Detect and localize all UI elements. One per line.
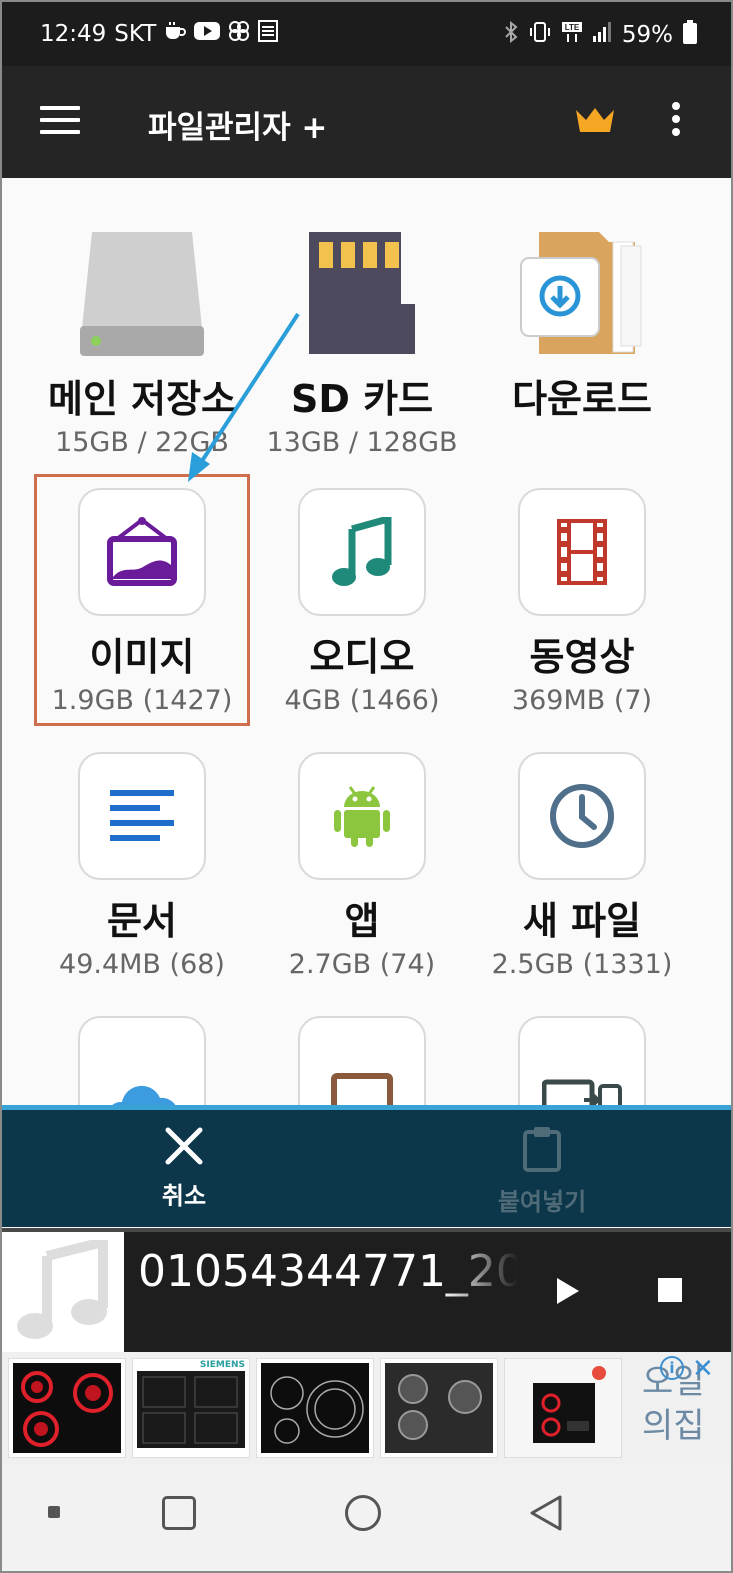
crown-icon[interactable]: [574, 106, 616, 138]
battery-percent: 59%: [621, 22, 673, 48]
ad-text-line2: 의집: [642, 1406, 705, 1446]
hamburger-menu-icon[interactable]: [40, 106, 80, 136]
pointer-arrow: [188, 312, 300, 482]
carrier: SKT: [114, 21, 157, 47]
screen: 12:49 SKT LTE 59% 파일관리자 + 메인 저장소 15GB / …: [0, 0, 733, 1573]
more-options-icon[interactable]: [668, 102, 684, 142]
youtube-icon: [194, 21, 221, 47]
close-icon: [164, 1127, 204, 1170]
ad-banner[interactable]: SIEMENS 오일 의집 i ✕: [2, 1352, 731, 1464]
bluetooth-icon: [504, 20, 518, 49]
clipboard-icon: [522, 1127, 562, 1176]
vibrate-icon: [528, 21, 552, 49]
stop-icon[interactable]: [658, 1278, 682, 1302]
ad-product-image[interactable]: [8, 1358, 126, 1458]
ad-info-icon[interactable]: i: [660, 1356, 684, 1380]
clock: 12:49: [40, 21, 107, 47]
status-bar: 12:49 SKT LTE 59%: [2, 2, 731, 66]
lte-icon: LTE: [561, 20, 582, 50]
recent-apps-icon[interactable]: [162, 1496, 196, 1530]
battery-icon: [683, 20, 697, 50]
ad-product-image[interactable]: [256, 1358, 374, 1458]
coffee-icon: [164, 21, 187, 47]
album-art: [2, 1232, 124, 1352]
ad-product-image[interactable]: SIEMENS: [132, 1358, 250, 1458]
nav-dot-icon[interactable]: [48, 1506, 60, 1518]
app-bar: 파일관리자 +: [2, 66, 731, 178]
ad-product-image[interactable]: [504, 1358, 622, 1458]
cancel-button[interactable]: 취소: [84, 1126, 284, 1211]
back-icon[interactable]: [528, 1494, 564, 1536]
system-nav-bar: [2, 1464, 731, 1571]
track-title: 01054344771_202: [138, 1246, 518, 1297]
action-bar: 취소 붙여넣기: [2, 1105, 731, 1227]
app-title: 파일관리자 +: [148, 110, 328, 146]
ad-product-image[interactable]: [380, 1358, 498, 1458]
ad-close-icon[interactable]: ✕: [692, 1354, 714, 1384]
paste-label: 붙여넣기: [497, 1188, 587, 1216]
category-grid: 메인 저장소 15GB / 22GB SD 카드 13GB / 128GB 다운…: [2, 178, 731, 1108]
music-note-icon: [15, 1235, 111, 1344]
ad-brand: SIEMENS: [199, 1360, 245, 1370]
paste-button[interactable]: 붙여넣기: [442, 1126, 642, 1217]
signal-icon: [592, 22, 612, 48]
svg-text:LTE: LTE: [565, 23, 580, 32]
media-player-bar[interactable]: 01054344771_202: [2, 1228, 731, 1352]
cancel-label: 취소: [161, 1182, 207, 1210]
play-icon[interactable]: [555, 1276, 581, 1310]
pinwheel-icon: [228, 20, 250, 48]
list-icon: [258, 20, 279, 48]
home-icon[interactable]: [345, 1495, 381, 1531]
